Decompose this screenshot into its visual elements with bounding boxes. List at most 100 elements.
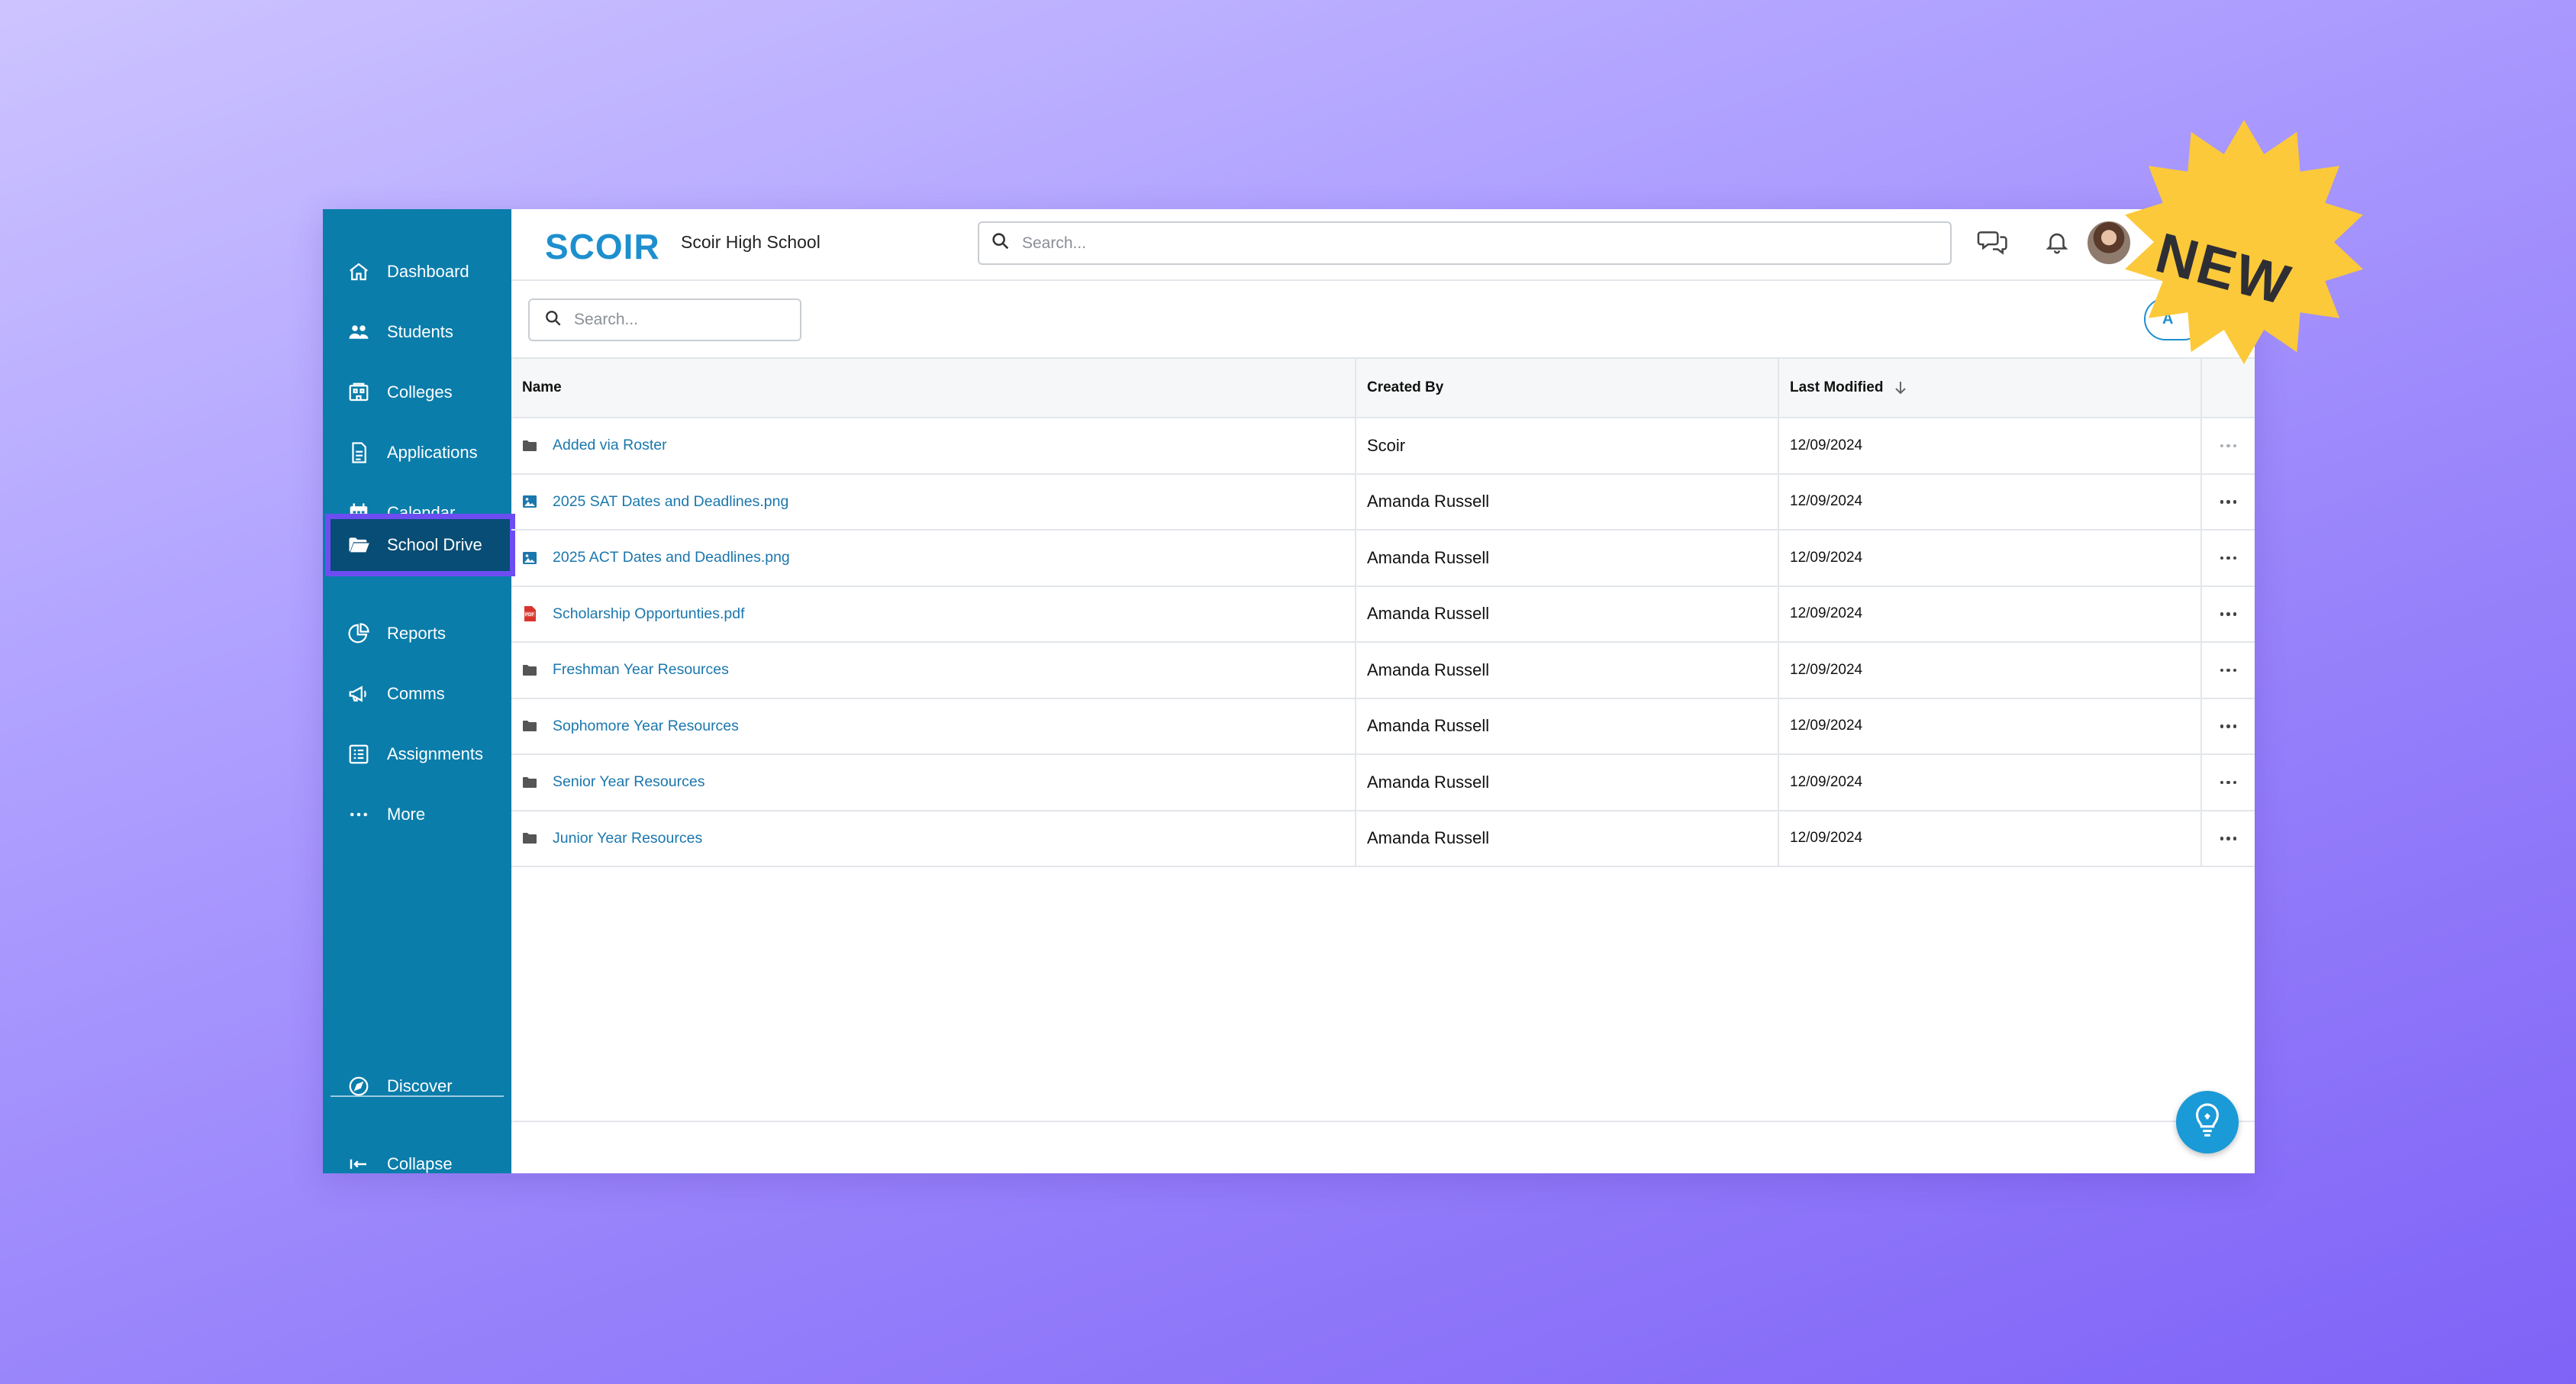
sidebar-item-label: Colleges	[387, 382, 453, 402]
modified-date-text: 12/09/2024	[1790, 830, 1863, 847]
sidebar-item-comms[interactable]: Comms	[323, 665, 511, 723]
cell-last-modified: 12/09/2024	[1779, 755, 2202, 810]
cell-name: 2025 SAT Dates and Deadlines.png	[511, 474, 1356, 529]
drive-search-input[interactable]	[574, 311, 800, 329]
footer-divider	[511, 1121, 2255, 1122]
messages-icon[interactable]	[1974, 223, 2012, 261]
modified-date-text: 12/09/2024	[1790, 437, 1863, 453]
global-search[interactable]	[978, 221, 1952, 265]
search-icon	[543, 308, 563, 332]
sidebar-item-students[interactable]: Students	[323, 303, 511, 361]
scoir-logo[interactable]: SCOIR	[545, 226, 660, 267]
cell-created-by: Amanda Russell	[1356, 811, 1779, 866]
table-body: Added via Roster Scoir 12/09/2024 2025 S…	[511, 418, 2255, 867]
sidebar-item-label: Assignments	[387, 744, 483, 763]
sidebar-item-school-drive[interactable]: School Drive	[325, 514, 515, 576]
sidebar-item-reports[interactable]: Reports	[323, 605, 511, 663]
file-name-link[interactable]: Sophomore Year Resources	[553, 718, 739, 735]
table-row[interactable]: Junior Year Resources Amanda Russell 12/…	[511, 811, 2255, 867]
modified-date-text: 12/09/2024	[1790, 549, 1863, 566]
row-actions-button[interactable]	[2202, 780, 2255, 784]
table-row[interactable]: 2025 ACT Dates and Deadlines.png Amanda …	[511, 531, 2255, 587]
file-name-link[interactable]: Added via Roster	[553, 437, 667, 454]
bell-icon[interactable]	[2038, 223, 2076, 261]
cell-last-modified: 12/09/2024	[1779, 531, 2202, 586]
modified-date-text: 12/09/2024	[1790, 605, 1863, 622]
file-name-link[interactable]: Freshman Year Resources	[553, 661, 729, 679]
modified-date-text: 12/09/2024	[1790, 661, 1863, 678]
cell-created-by: Amanda Russell	[1356, 531, 1779, 586]
created-by-text: Amanda Russell	[1367, 604, 1490, 624]
cell-last-modified: 12/09/2024	[1779, 643, 2202, 698]
file-name-link[interactable]: 2025 SAT Dates and Deadlines.png	[553, 493, 788, 511]
sidebar-collapse-label: Collapse	[387, 1154, 453, 1173]
cell-actions	[2202, 755, 2255, 810]
row-actions-button[interactable]	[2202, 556, 2255, 560]
created-by-text: Amanda Russell	[1367, 492, 1490, 511]
file-name-link[interactable]: Scholarship Opportunties.pdf	[553, 605, 744, 623]
cell-created-by: Scoir	[1356, 418, 1779, 473]
table-row[interactable]: Senior Year Resources Amanda Russell 12/…	[511, 755, 2255, 811]
row-actions-button[interactable]	[2202, 444, 2255, 447]
cell-actions	[2202, 811, 2255, 866]
file-name-link[interactable]: Junior Year Resources	[553, 830, 702, 847]
sidebar-item-assignments[interactable]: Assignments	[323, 725, 511, 783]
row-actions-button[interactable]	[2202, 724, 2255, 728]
created-by-text: Amanda Russell	[1367, 772, 1490, 792]
column-header-name[interactable]: Name	[511, 359, 1356, 417]
created-by-text: Amanda Russell	[1367, 660, 1490, 679]
collapse-icon	[346, 1151, 372, 1173]
cell-last-modified: 12/09/2024	[1779, 418, 2202, 473]
created-by-text: Amanda Russell	[1367, 828, 1490, 848]
table-row[interactable]: Added via Roster Scoir 12/09/2024	[511, 418, 2255, 475]
table-row[interactable]: Sophomore Year Resources Amanda Russell …	[511, 698, 2255, 755]
file-name-link[interactable]: Senior Year Resources	[553, 773, 704, 791]
files-table: Name Created By Last Modified Added via …	[511, 357, 2255, 867]
cell-last-modified: 12/09/2024	[1779, 586, 2202, 641]
global-search-input[interactable]	[1022, 234, 1887, 253]
sidebar-item-dashboard[interactable]: Dashboard	[323, 243, 511, 301]
home-icon	[346, 259, 372, 285]
row-actions-button[interactable]	[2202, 668, 2255, 672]
table-header: Name Created By Last Modified	[511, 357, 2255, 418]
modified-date-text: 12/09/2024	[1790, 718, 1863, 734]
pie-chart-icon	[346, 621, 372, 647]
row-actions-button[interactable]	[2202, 612, 2255, 616]
cell-created-by: Amanda Russell	[1356, 698, 1779, 753]
sidebar-item-label: More	[387, 805, 426, 824]
sidebar-collapse-button[interactable]: Collapse	[323, 1135, 511, 1173]
folder-icon	[522, 719, 537, 733]
image-file-icon	[522, 550, 537, 566]
sidebar-item-applications[interactable]: Applications	[323, 424, 511, 482]
cell-last-modified: 12/09/2024	[1779, 811, 2202, 866]
cell-last-modified: 12/09/2024	[1779, 474, 2202, 529]
sidebar-item-colleges[interactable]: Colleges	[323, 363, 511, 421]
modified-date-text: 12/09/2024	[1790, 773, 1863, 790]
sidebar-item-label: School Drive	[387, 535, 482, 554]
cell-last-modified: 12/09/2024	[1779, 698, 2202, 753]
column-header-created-by[interactable]: Created By	[1356, 359, 1779, 417]
table-row[interactable]: Freshman Year Resources Amanda Russell 1…	[511, 643, 2255, 699]
drive-search[interactable]	[528, 298, 801, 341]
school-name: Scoir High School	[681, 232, 821, 252]
sidebar-item-discover[interactable]: Discover	[323, 1057, 511, 1115]
cell-actions	[2202, 418, 2255, 473]
modified-date-text: 12/09/2024	[1790, 493, 1863, 510]
folder-open-icon	[346, 532, 372, 558]
folder-icon	[522, 663, 537, 677]
row-actions-button[interactable]	[2202, 837, 2255, 840]
search-icon	[990, 231, 1011, 256]
sidebar-item-label: Dashboard	[387, 262, 469, 281]
cell-created-by: Amanda Russell	[1356, 755, 1779, 810]
sidebar-item-more[interactable]: More	[323, 786, 511, 844]
sidebar-item-label: Students	[387, 322, 453, 341]
file-name-link[interactable]: 2025 ACT Dates and Deadlines.png	[553, 549, 790, 566]
help-button[interactable]	[2176, 1091, 2239, 1153]
table-row[interactable]: 2025 SAT Dates and Deadlines.png Amanda …	[511, 474, 2255, 531]
folder-icon	[522, 439, 537, 453]
app-window: Dashboard Students Colleges Applications…	[323, 209, 2255, 1173]
sidebar-item-label: Reports	[387, 624, 447, 643]
table-row[interactable]: PDF Scholarship Opportunties.pdf Amanda …	[511, 586, 2255, 643]
row-actions-button[interactable]	[2202, 500, 2255, 504]
created-by-text: Amanda Russell	[1367, 716, 1490, 736]
